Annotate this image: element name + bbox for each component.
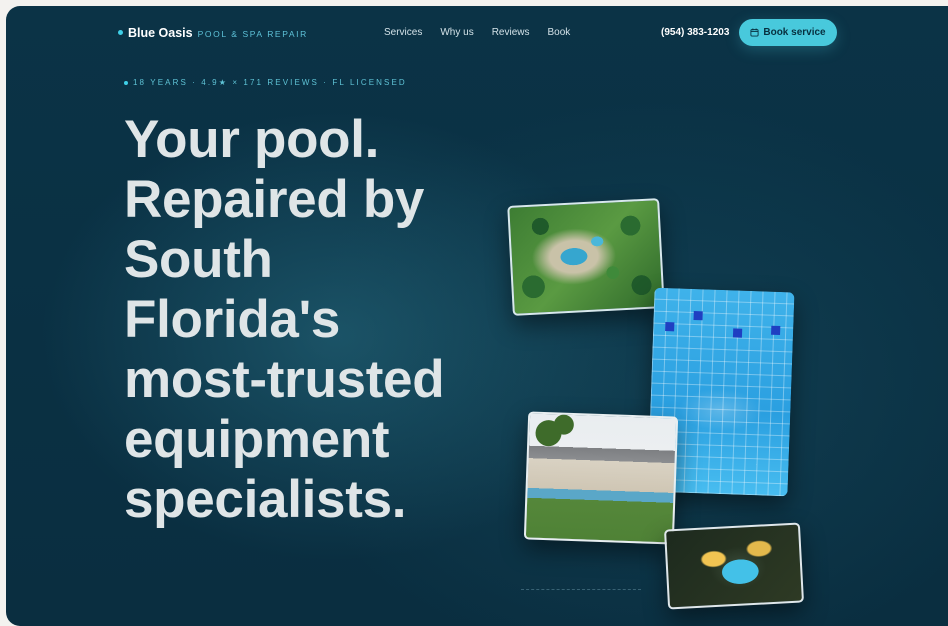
book-service-label: Book service <box>763 27 826 38</box>
calendar-icon <box>750 28 759 37</box>
top-nav: Blue Oasis POOL & SPA REPAIR Services Wh… <box>6 6 948 60</box>
nav-link-reviews[interactable]: Reviews <box>492 27 530 38</box>
brand-name: Blue Oasis <box>128 26 193 40</box>
palm-tree <box>553 414 575 436</box>
tile-accent <box>665 322 675 332</box>
nav-link-services[interactable]: Services <box>384 27 422 38</box>
brand-logo[interactable]: Blue Oasis POOL & SPA REPAIR <box>118 26 308 40</box>
page-frame: Blue Oasis POOL & SPA REPAIR Services Wh… <box>6 6 948 626</box>
tile-accent <box>732 328 743 338</box>
hero-headline: Your pool. Repaired by South Florida's m… <box>124 110 544 530</box>
headline-line: equipment <box>124 410 390 469</box>
villa-pool-photo <box>523 411 679 545</box>
nav-links: Services Why us Reviews Book <box>384 27 570 38</box>
headline-line: specialists. <box>124 470 407 529</box>
phone-link[interactable]: (954) 383-1203 <box>661 27 729 38</box>
headline-line: Florida's <box>124 290 341 349</box>
book-service-button[interactable]: Book service <box>739 19 837 46</box>
headline-line: South <box>124 230 273 289</box>
headline-line: Your pool. <box>124 110 380 169</box>
tile-accent <box>771 325 781 336</box>
headline-line: most-trusted <box>124 350 445 409</box>
headline-line: Repaired by <box>124 170 425 229</box>
nav-link-why-us[interactable]: Why us <box>440 27 473 38</box>
tile-accent <box>693 311 703 321</box>
night-pool-photo <box>663 522 805 610</box>
brand-dot-icon <box>118 30 123 35</box>
brand-tagline: POOL & SPA REPAIR <box>197 29 308 39</box>
decorative-divider <box>521 589 641 590</box>
eyebrow-text: 18 YEARS · 4.9★ × 171 REVIEWS · FL LICEN… <box>133 78 407 87</box>
aerial-resort-photo <box>507 198 665 316</box>
eyebrow-dot-icon <box>124 80 128 85</box>
hero-eyebrow: 18 YEARS · 4.9★ × 171 REVIEWS · FL LICEN… <box>124 78 407 87</box>
nav-link-book[interactable]: Book <box>548 27 571 38</box>
